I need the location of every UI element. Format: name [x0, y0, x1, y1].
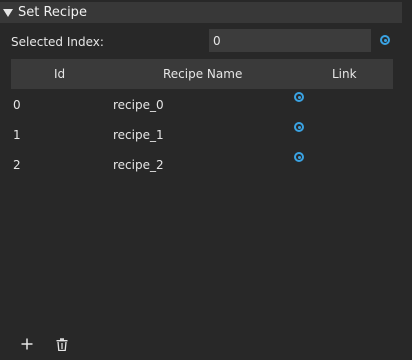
add-button[interactable]	[17, 334, 37, 354]
column-header-id[interactable]: Id	[54, 67, 65, 81]
selected-index-label: Selected Index:	[11, 35, 104, 49]
table-row[interactable]: 1 recipe_1	[0, 120, 400, 150]
row-id: 1	[13, 128, 21, 142]
row-link-icon[interactable]	[294, 92, 304, 102]
row-id: 0	[13, 98, 21, 112]
column-header-recipe-name[interactable]: Recipe Name	[163, 67, 242, 81]
delete-button[interactable]	[52, 334, 72, 354]
panel-title: Set Recipe	[18, 5, 87, 20]
selected-index-input[interactable]	[209, 29, 371, 52]
row-link-icon[interactable]	[294, 122, 304, 132]
row-recipe-name: recipe_2	[113, 158, 164, 172]
plus-icon	[21, 338, 33, 350]
selected-index-link-icon[interactable]	[380, 35, 390, 45]
table-row[interactable]: 0 recipe_0	[0, 90, 400, 120]
table-row[interactable]: 2 recipe_2	[0, 150, 400, 180]
collapse-triangle-icon[interactable]	[3, 8, 13, 17]
panel-header[interactable]: Set Recipe	[0, 2, 402, 23]
trash-icon	[56, 337, 68, 351]
row-id: 2	[13, 158, 21, 172]
column-header-link[interactable]: Link	[332, 67, 357, 81]
row-recipe-name: recipe_0	[113, 98, 164, 112]
row-link-icon[interactable]	[294, 152, 304, 162]
row-recipe-name: recipe_1	[113, 128, 164, 142]
table-header: Id Recipe Name Link	[11, 59, 393, 89]
